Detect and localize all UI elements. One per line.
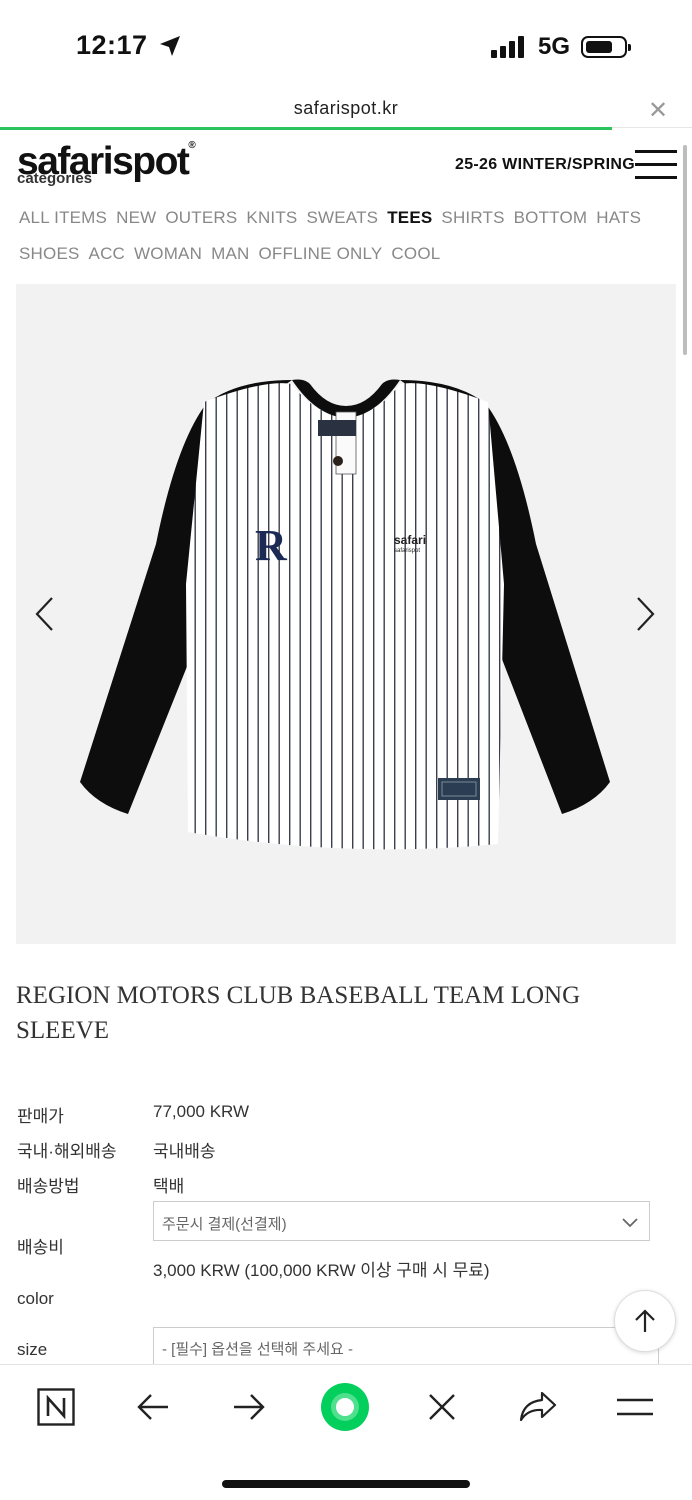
- naver-home-button[interactable]: [31, 1385, 81, 1429]
- svg-text:safari: safari: [394, 533, 426, 547]
- category-knits[interactable]: KNITS: [246, 208, 297, 227]
- green-dot-icon: [321, 1383, 369, 1431]
- chevron-down-icon: [622, 1218, 638, 1228]
- page-scrollbar[interactable]: [683, 145, 687, 355]
- size-select[interactable]: - [필수] 옵션을 선택해 주세요 -: [153, 1327, 659, 1365]
- shipping-fee-select[interactable]: 주문시 결제(선결제): [153, 1201, 650, 1241]
- hamburger-icon: [617, 1398, 653, 1416]
- category-cool[interactable]: COOL: [391, 244, 440, 263]
- load-progress-bar: [0, 127, 613, 130]
- back-button[interactable]: [128, 1385, 178, 1429]
- url-text[interactable]: safarispot.kr: [0, 98, 692, 119]
- category-woman[interactable]: WOMAN: [134, 244, 202, 263]
- svg-text:safarispot: safarispot: [394, 548, 420, 554]
- close-icon: [429, 1394, 455, 1420]
- size-select-placeholder: - [필수] 옵션을 선택해 주세요 -: [162, 1341, 353, 1358]
- category-man[interactable]: MAN: [211, 244, 249, 263]
- season-link[interactable]: 25-26 WINTER/SPRING: [455, 156, 635, 174]
- category-nav: ALL ITEMS NEW OUTERS KNITS SWEATS TEES SHIRTS B…: [19, 200, 659, 272]
- product-image: R safari safarispot: [80, 379, 610, 850]
- arrow-up-icon: [635, 1309, 655, 1332]
- naver-n-icon: [37, 1388, 75, 1426]
- home-indicator[interactable]: [222, 1480, 470, 1488]
- shipping-region-value: 국내배송: [153, 1142, 216, 1161]
- arrow-left-icon: [137, 1394, 168, 1420]
- size-label: size: [17, 1340, 48, 1359]
- hamburger-icon[interactable]: [635, 150, 677, 180]
- close-icon[interactable]: ✕: [648, 96, 668, 125]
- share-arrow-icon: [519, 1391, 557, 1422]
- location-arrow-icon: [160, 36, 180, 56]
- shipping-fee-label: 배송비: [17, 1238, 64, 1257]
- color-label: color: [17, 1289, 54, 1308]
- share-button[interactable]: [513, 1385, 563, 1429]
- address-bar[interactable]: safarispot.kr ✕: [0, 92, 692, 128]
- network-type: 5G: [538, 33, 571, 60]
- shipping-fee-select-value: 주문시 결제(선결제): [162, 1216, 287, 1233]
- category-new[interactable]: NEW: [116, 208, 156, 227]
- price-value: 77,000 KRW: [153, 1102, 250, 1121]
- chevron-right-icon[interactable]: [636, 596, 656, 642]
- category-bottom[interactable]: BOTTOM: [514, 208, 588, 227]
- scroll-to-top-button[interactable]: [614, 1290, 676, 1352]
- close-tab-button[interactable]: [417, 1385, 467, 1429]
- category-acc[interactable]: ACC: [89, 244, 126, 263]
- category-offline-only[interactable]: OFFLINE ONLY: [258, 244, 382, 263]
- shipping-method-label: 배송방법: [17, 1177, 80, 1196]
- product-title: REGION MOTORS CLUB BASEBALL TEAM LONG SL…: [16, 982, 581, 1044]
- arrow-right-icon: [234, 1394, 265, 1420]
- shipping-region-label: 국내·해외배송: [17, 1142, 117, 1161]
- naver-green-dot-button[interactable]: [320, 1383, 370, 1431]
- chevron-left-icon[interactable]: [34, 596, 54, 642]
- price-label: 판매가: [17, 1107, 64, 1126]
- status-bar: 12:17 5G: [0, 0, 692, 92]
- battery-icon: [581, 36, 631, 58]
- category-shirts[interactable]: SHIRTS: [441, 208, 504, 227]
- shipping-fee-value: 3,000 KRW (100,000 KRW 이상 구매 시 무료): [153, 1261, 490, 1280]
- status-time: 12:17: [76, 30, 148, 60]
- svg-text:R: R: [255, 521, 288, 570]
- category-outers[interactable]: OUTERS: [165, 208, 237, 227]
- category-shoes[interactable]: SHOES: [19, 244, 80, 263]
- category-tees[interactable]: TEES: [387, 208, 432, 227]
- shipping-method-value: 택배: [153, 1177, 185, 1196]
- cellular-signal-icon: [491, 36, 524, 58]
- menu-button[interactable]: [610, 1385, 660, 1429]
- site-logo[interactable]: safarispot®: [17, 140, 196, 184]
- category-hats[interactable]: HATS: [596, 208, 641, 227]
- product-image-gallery[interactable]: R safari safarispot: [16, 284, 676, 944]
- category-sweats[interactable]: SWEATS: [306, 208, 378, 227]
- forward-button[interactable]: [224, 1385, 274, 1429]
- category-all-items[interactable]: ALL ITEMS: [19, 208, 107, 227]
